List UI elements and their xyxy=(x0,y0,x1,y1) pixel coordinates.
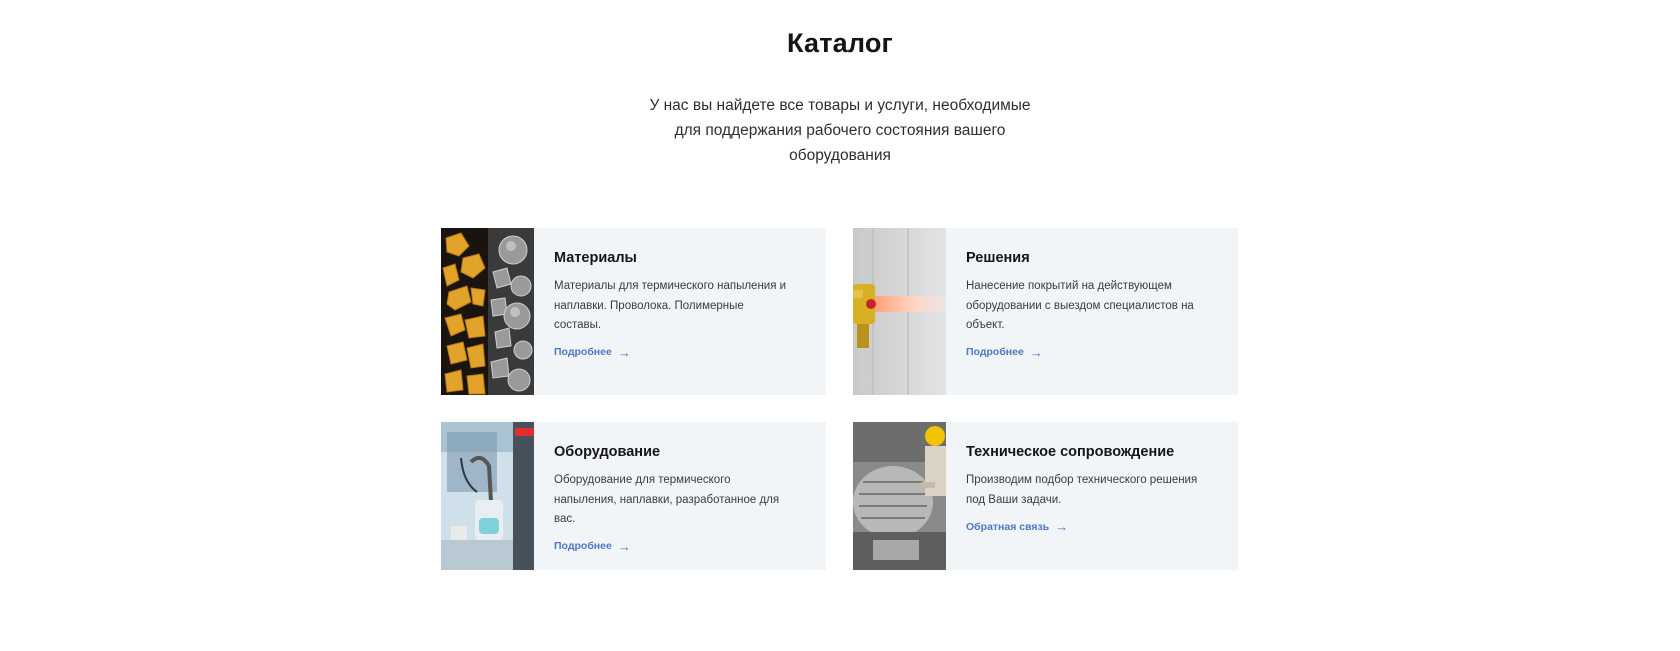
catalog-card-equipment[interactable]: Оборудование Оборудование для термическо… xyxy=(441,422,826,570)
feedback-link[interactable]: Обратная связь → xyxy=(966,520,1068,533)
more-link-equipment[interactable]: Подробнее → xyxy=(554,540,631,553)
equipment-image xyxy=(441,422,534,570)
card-title: Материалы xyxy=(554,250,637,266)
link-label: Подробнее xyxy=(554,346,612,358)
arrow-right-icon: → xyxy=(617,344,631,360)
technical-support-image xyxy=(853,422,946,570)
link-label: Обратная связь xyxy=(966,520,1050,533)
arrow-right-icon: → xyxy=(1029,344,1043,360)
card-description: Производим подбор технического решения п… xyxy=(966,474,1198,506)
more-link-solutions[interactable]: Подробнее → xyxy=(966,346,1043,359)
arrow-right-icon: → xyxy=(1055,519,1069,534)
card-title: Оборудование xyxy=(554,444,661,460)
link-label: Подробнее xyxy=(966,346,1024,358)
catalog-card-materials[interactable]: Материалы Материалы для термического нап… xyxy=(441,228,826,395)
card-description: Материалы для термического напыления и н… xyxy=(554,280,787,331)
solutions-image xyxy=(853,228,946,395)
catalog-card-solutions[interactable]: Решения Нанесение покрытий на действующе… xyxy=(853,228,1238,395)
more-link-materials[interactable]: Подробнее → xyxy=(554,346,631,359)
arrow-right-icon: → xyxy=(617,538,631,554)
card-title: Решения xyxy=(966,250,1030,266)
card-description: Нанесение покрытий на действующем оборуд… xyxy=(966,280,1194,331)
materials-image xyxy=(441,228,534,395)
page-subtitle: У нас вы найдете все товары и услуги, не… xyxy=(649,97,1031,164)
catalog-card-technical-support[interactable]: Техническое сопровождение Производим под… xyxy=(853,422,1238,570)
card-title: Техническое сопровождение xyxy=(966,444,1175,460)
page-title: Каталог xyxy=(787,28,893,58)
card-description: Оборудование для термического напыления,… xyxy=(554,474,780,525)
link-label: Подробнее xyxy=(554,540,612,552)
